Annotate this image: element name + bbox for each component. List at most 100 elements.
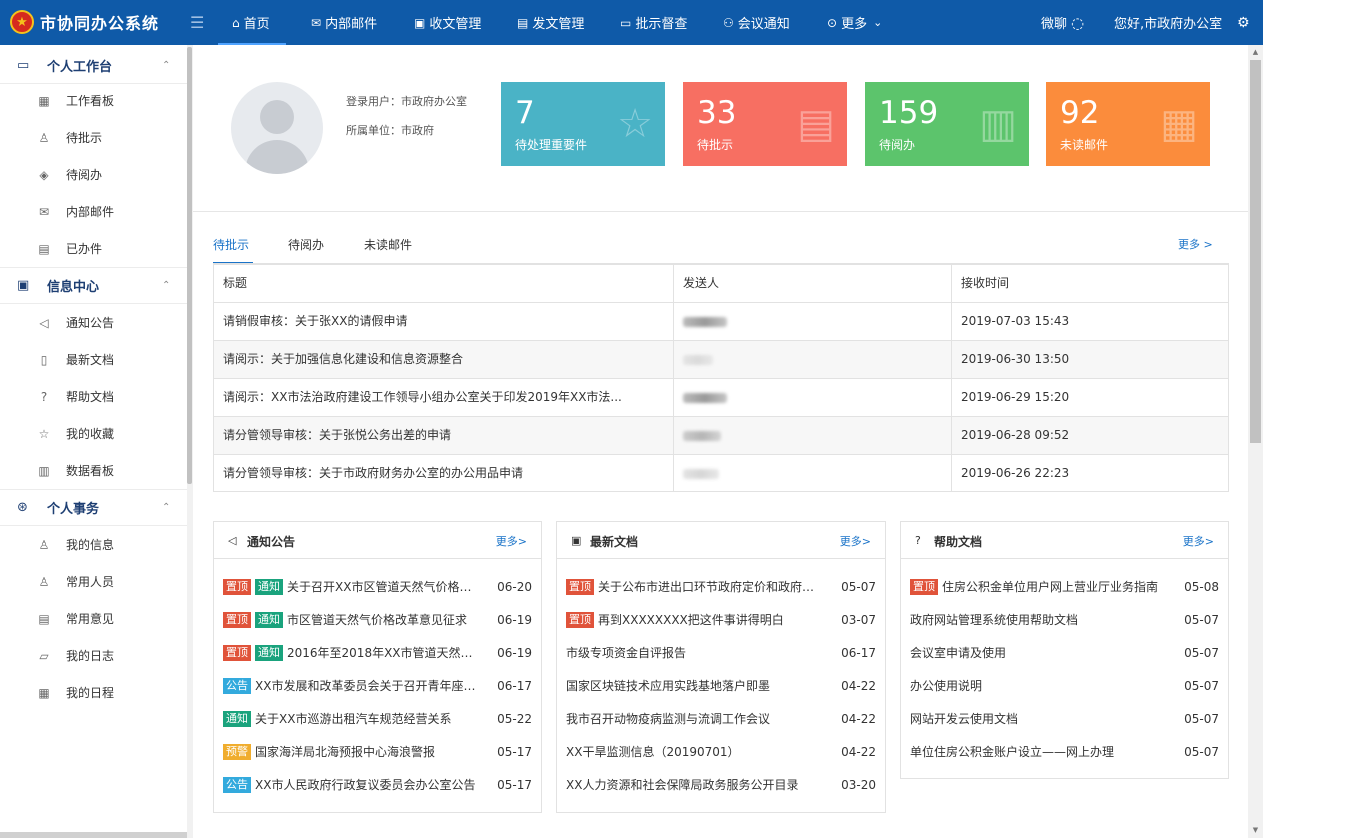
list-item[interactable]: 单位住房公积金账户设立——网上办理 05-07 (901, 736, 1228, 769)
list-item[interactable]: 公告 XX市人民政府行政复议委员会办公室公告 05-17 (214, 769, 541, 802)
chat-button[interactable]: 微聊 ◌ (1041, 0, 1084, 45)
list-item-text[interactable]: 政府网站管理系统使用帮助文档 (910, 612, 1168, 629)
list-item-title[interactable]: 市区管道天然气价格改革意见征求 (287, 613, 467, 627)
list-item-text[interactable]: 网站开发云使用文档 (910, 711, 1168, 728)
sidebar-item-opinions[interactable]: ▤ 常用意见 (0, 600, 187, 637)
sidebar-item-my-info[interactable]: ♙ 我的信息 (0, 526, 187, 563)
list-item[interactable]: 预警 国家海洋局北海预报中心海浪警报 05-17 (214, 736, 541, 769)
row-title[interactable]: 请分管领导审核：关于市政府财务办公室的办公用品申请 (214, 455, 674, 492)
sidebar-item-dashboard[interactable]: ▦ 工作看板 (0, 82, 187, 119)
nav-home[interactable]: ⌂ 首页 (218, 0, 286, 45)
user-greeting[interactable]: 您好,市政府办公室 (1114, 0, 1222, 45)
list-item[interactable]: 网站开发云使用文档 05-07 (901, 703, 1228, 736)
list-item-text[interactable]: 预警 国家海洋局北海预报中心海浪警报 (223, 744, 481, 761)
list-item-text[interactable]: 置顶 关于公布市进出口环节政府定价和政府指导价 (566, 579, 824, 596)
row-title[interactable]: 请分管领导审核：关于张悦公务出差的申请 (214, 417, 674, 454)
list-item[interactable]: XX人力资源和社会保障局政务服务公开目录 03-20 (557, 769, 885, 802)
list-item[interactable]: 置顶 关于公布市进出口环节政府定价和政府指导价 05-07 (557, 571, 885, 604)
list-item-text[interactable]: XX干旱监测信息（20190701） (566, 744, 824, 761)
list-item[interactable]: 市级专项资金自评报告 06-17 (557, 637, 885, 670)
list-item[interactable]: 置顶 通知 市区管道天然气价格改革意见征求 06-19 (214, 604, 541, 637)
table-row[interactable]: 请阅示：关于加强信息化建设和信息资源整合 2019-06-30 13:50 (214, 341, 1228, 379)
stat-card-pending-approval[interactable]: 33 待批示 ▤ (683, 82, 847, 166)
list-item-title[interactable]: XX人力资源和社会保障局政务服务公开目录 (566, 778, 798, 792)
more-link[interactable]: 更多> (496, 533, 527, 549)
list-item-text[interactable]: 公告 XX市人民政府行政复议委员会办公室公告 (223, 777, 481, 794)
chevron-up-icon[interactable]: ⌃ (162, 60, 170, 71)
list-item-text[interactable]: 单位住房公积金账户设立——网上办理 (910, 744, 1168, 761)
settings-icon[interactable]: ⚙ (1237, 0, 1250, 45)
list-item-text[interactable]: 置顶通知 2016年至2018年XX市管道天然气价格成本监审 (223, 645, 481, 662)
list-item-title[interactable]: XX市发展和改革委员会关于召开青年座谈会 (255, 679, 481, 693)
list-item-text[interactable]: 会议室申请及使用 (910, 645, 1168, 662)
sidebar-item-contacts[interactable]: ♙ 常用人员 (0, 563, 187, 600)
row-title[interactable]: 请阅示：关于加强信息化建设和信息资源整合 (214, 341, 674, 378)
list-item[interactable]: 我市召开动物疫病监测与流调工作会议 04-22 (557, 703, 885, 736)
nav-meetings[interactable]: ⚇ 会议通知 (723, 0, 790, 45)
list-item-text[interactable]: 我市召开动物疫病监测与流调工作会议 (566, 711, 824, 728)
list-item[interactable]: 政府网站管理系统使用帮助文档 05-07 (901, 604, 1228, 637)
list-item-title[interactable]: 关于召开XX市区管道天然气价格改革意见听证会的公告 (287, 580, 481, 594)
table-row[interactable]: 请分管领导审核：关于市政府财务办公室的办公用品申请 2019-06-26 22:… (214, 455, 1228, 493)
chevron-up-icon[interactable]: ⌃ (162, 280, 170, 291)
sidebar-item-latest-docs[interactable]: ▯ 最新文档 (0, 341, 187, 378)
list-item-title[interactable]: 2016年至2018年XX市管道天然气价格成本监审 (287, 646, 481, 660)
more-link[interactable]: 更多> (1183, 533, 1214, 549)
table-row[interactable]: 请销假审核：关于张XX的请假申请 2019-07-03 15:43 (214, 303, 1228, 341)
list-item-title[interactable]: 政府网站管理系统使用帮助文档 (910, 613, 1078, 627)
list-item-title[interactable]: XX市人民政府行政复议委员会办公室公告 (255, 778, 475, 792)
nav-incoming-docs[interactable]: ▣ 收文管理 (414, 0, 481, 45)
sidebar-item-diary[interactable]: ▱ 我的日志 (0, 637, 187, 674)
list-item-title[interactable]: 住房公积金单位用户网上营业厅业务指南 (942, 580, 1158, 594)
sidebar-item-schedule[interactable]: ▦ 我的日程 (0, 674, 187, 711)
sidebar-horizontal-scrollbar[interactable] (0, 832, 187, 838)
nav-more[interactable]: ⊙ 更多 ⌄ (827, 0, 882, 45)
tab-pending-read[interactable]: 待阅办 (288, 236, 324, 253)
list-item-title[interactable]: 国家区块链技术应用实践基地落户即墨 (566, 679, 770, 693)
list-item[interactable]: 国家区块链技术应用实践基地落户即墨 04-22 (557, 670, 885, 703)
sidebar-section-info-center[interactable]: ▣ 信息中心 ⌃ (0, 267, 187, 304)
list-item[interactable]: XX干旱监测信息（20190701） 04-22 (557, 736, 885, 769)
list-item-title[interactable]: 网站开发云使用文档 (910, 712, 1018, 726)
list-item[interactable]: 置顶通知关于召开XX市区管道天然气价格改革意见听证会的公告 06-20 (214, 571, 541, 604)
list-item[interactable]: 公告 XX市发展和改革委员会关于召开青年座谈会 06-17 (214, 670, 541, 703)
list-item-title[interactable]: 我市召开动物疫病监测与流调工作会议 (566, 712, 770, 726)
more-link[interactable]: 更多> (840, 533, 871, 549)
list-item-text[interactable]: 置顶 通知 市区管道天然气价格改革意见征求 (223, 612, 481, 629)
list-item-text[interactable]: 市级专项资金自评报告 (566, 645, 824, 662)
list-item-text[interactable]: 办公使用说明 (910, 678, 1168, 695)
list-item[interactable]: 置顶 住房公积金单位用户网上营业厅业务指南 05-08 (901, 571, 1228, 604)
tab-unread-mail[interactable]: 未读邮件 (364, 236, 412, 253)
list-item-text[interactable]: 置顶 再到XXXXXXXX把这件事讲得明白 (566, 612, 824, 629)
nav-outgoing-docs[interactable]: ▤ 发文管理 (517, 0, 584, 45)
nav-internal-mail[interactable]: ✉ 内部邮件 (311, 0, 377, 45)
list-item-text[interactable]: 置顶 住房公积金单位用户网上营业厅业务指南 (910, 579, 1168, 596)
sidebar-item-notices[interactable]: ◁ 通知公告 (0, 304, 187, 341)
table-row[interactable]: 请阅示：XX市法治政府建设工作领导小组办公室关于印发2019年XX市法... 2… (214, 379, 1228, 417)
list-item[interactable]: 置顶通知 2016年至2018年XX市管道天然气价格成本监审 06-19 (214, 637, 541, 670)
sidebar-item-done[interactable]: ▤ 已办件 (0, 230, 187, 267)
list-item-title[interactable]: 办公使用说明 (910, 679, 982, 693)
list-item-text[interactable]: 国家区块链技术应用实践基地落户即墨 (566, 678, 824, 695)
row-title[interactable]: 请销假审核：关于张XX的请假申请 (214, 303, 674, 340)
list-item-title[interactable]: 关于XX市巡游出租汽车规范经营关系 (255, 712, 451, 726)
list-item[interactable]: 通知 关于XX市巡游出租汽车规范经营关系 05-22 (214, 703, 541, 736)
list-item-title[interactable]: 国家海洋局北海预报中心海浪警报 (255, 745, 435, 759)
list-item-title[interactable]: 单位住房公积金账户设立——网上办理 (910, 745, 1114, 759)
list-item-text[interactable]: 通知 关于XX市巡游出租汽车规范经营关系 (223, 711, 481, 728)
list-item-title[interactable]: 市级专项资金自评报告 (566, 646, 686, 660)
scroll-down-icon[interactable]: ▼ (1250, 826, 1261, 834)
row-title[interactable]: 请阅示：XX市法治政府建设工作领导小组办公室关于印发2019年XX市法... (214, 379, 674, 416)
sidebar-scrollbar-thumb[interactable] (187, 47, 192, 484)
tab-pending-approval[interactable]: 待批示 (213, 236, 249, 253)
menu-toggle-icon[interactable]: ☰ (190, 13, 204, 32)
stat-card-important[interactable]: 7 待处理重要件 ☆ (501, 82, 665, 166)
list-item-title[interactable]: 会议室申请及使用 (910, 646, 1006, 660)
list-item-text[interactable]: 置顶通知关于召开XX市区管道天然气价格改革意见听证会的公告 (223, 579, 481, 596)
page-scrollbar-thumb[interactable] (1250, 60, 1261, 443)
sidebar-item-pending-approval[interactable]: ♙ 待批示 (0, 119, 187, 156)
stat-card-unread-mail[interactable]: 92 未读邮件 ▦ (1046, 82, 1210, 166)
more-link[interactable]: 更多 > (1178, 236, 1213, 252)
chevron-up-icon[interactable]: ⌃ (162, 502, 170, 513)
sidebar-section-personal[interactable]: ⊛ 个人事务 ⌃ (0, 489, 187, 526)
